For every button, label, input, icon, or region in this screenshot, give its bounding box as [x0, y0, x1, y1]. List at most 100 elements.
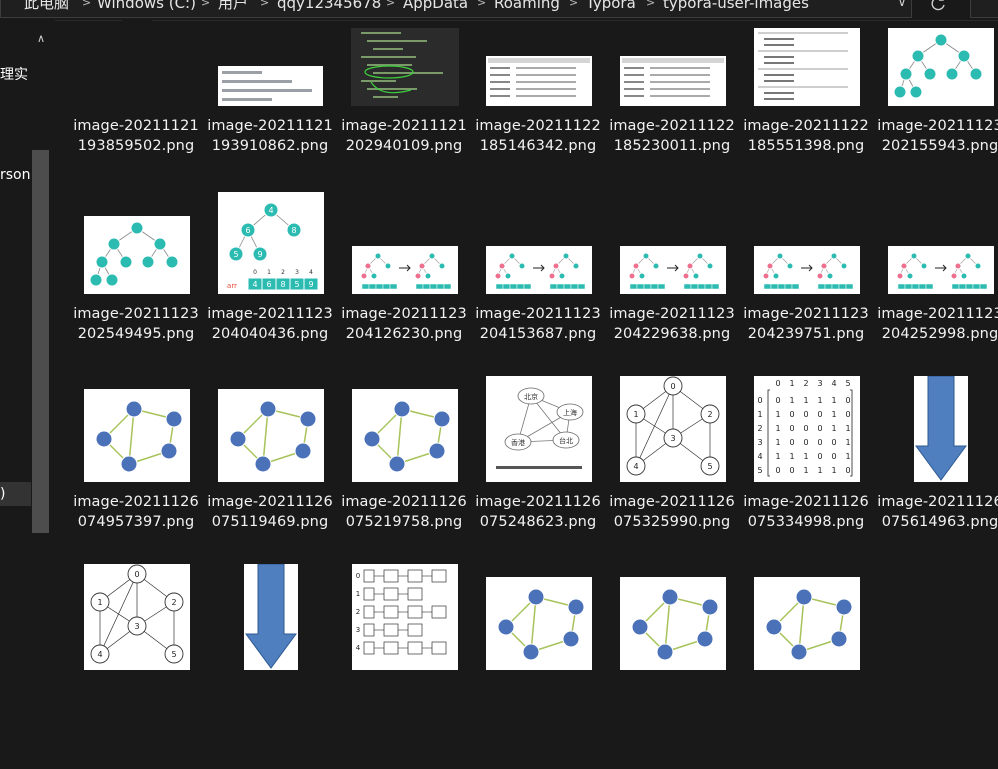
file-item[interactable] — [485, 577, 605, 769]
breadcrumb-separator[interactable]: > — [82, 0, 91, 12]
file-name[interactable]: image-20211126075325990.png — [605, 492, 739, 532]
file-item[interactable]: 北京 上海 香港 台北 image-20211126075248623.png — [475, 376, 605, 581]
file-item[interactable]: image-20211123204239751.png — [743, 208, 873, 393]
breadcrumb-separator[interactable]: > — [569, 0, 578, 12]
breadcrumb-windows-c[interactable]: Windows (C:) — [97, 0, 196, 13]
file-thumbnail[interactable] — [620, 246, 726, 294]
breadcrumb-separator[interactable]: > — [646, 0, 655, 12]
file-thumbnail[interactable]: 0123450011110110001021000113100001411100… — [754, 376, 860, 482]
breadcrumb-users[interactable]: 用户 — [218, 0, 248, 13]
file-item[interactable]: image-20211126075614963.png — [877, 376, 998, 581]
file-thumbnail[interactable] — [218, 389, 324, 482]
file-item[interactable]: 0 1 2 3 4 — [351, 564, 471, 769]
file-thumbnail[interactable] — [620, 577, 726, 670]
file-name[interactable]: image-20211123204040436.png — [203, 304, 337, 344]
file-item[interactable] — [619, 577, 739, 769]
breadcrumb-this-pc[interactable]: 此电脑 — [24, 0, 69, 13]
file-thumbnail[interactable] — [351, 28, 459, 106]
file-name[interactable]: image-20211123204153687.png — [471, 304, 605, 344]
nav-item[interactable]: 理实 — [0, 63, 31, 87]
file-name[interactable]: image-20211123202155943.png — [873, 116, 998, 156]
file-thumbnail[interactable] — [754, 246, 860, 294]
file-name[interactable]: image-20211126075219758.png — [337, 492, 471, 532]
file-name[interactable]: image-20211122185551398.png — [739, 116, 873, 156]
file-item[interactable] — [217, 564, 337, 769]
breadcrumb-separator[interactable]: > — [386, 0, 395, 12]
chevron-down-icon[interactable]: ∨ — [893, 0, 911, 12]
file-thumbnail[interactable] — [486, 56, 592, 106]
file-item[interactable]: 012345 — [83, 564, 203, 769]
file-item[interactable]: 0 1 2 3 4 5 image-20211126075325990.png — [609, 376, 739, 581]
file-thumbnail[interactable] — [84, 389, 190, 482]
file-item[interactable]: image-20211123204229638.png — [609, 208, 739, 393]
file-thumbnail[interactable] — [122, 20, 152, 86]
file-thumbnail[interactable] — [888, 246, 994, 294]
file-thumbnail[interactable]: 012345 — [620, 376, 726, 482]
file-item[interactable]: image-20211122185230011.png — [609, 20, 739, 205]
file-item[interactable]: image-20211126075219758.png — [341, 389, 471, 581]
file-name[interactable]: image-20211123204239751.png — [739, 304, 873, 344]
breadcrumb-appdata[interactable]: AppData — [403, 0, 468, 13]
nav-item-selected[interactable]: ) — [0, 482, 31, 506]
breadcrumb-roaming[interactable]: Roaming — [494, 0, 560, 13]
file-item[interactable]: image-20211123202549495.png — [73, 208, 203, 393]
file-thumbnail[interactable]: 4 6 8 5 9 arr 4 0 6 1 8 2 5 3 9 4 — [218, 192, 324, 294]
file-name[interactable]: image-20211123204229638.png — [605, 304, 739, 344]
file-item[interactable]: 4 6 8 5 9 arr 4 0 6 1 8 2 5 3 9 4 image-2021112320404043… — [207, 192, 337, 393]
file-name[interactable]: image-20211123202549495.png — [69, 304, 203, 344]
file-thumbnail[interactable] — [888, 28, 994, 106]
file-name[interactable]: image-20211126074957397.png — [69, 492, 203, 532]
file-item[interactable]: image-20211121193910862.png — [207, 20, 337, 205]
file-item[interactable]: image-20211121193859502.png — [73, 20, 203, 205]
address-bar[interactable]: 此电脑 > Windows (C:) > 用户 > qqy12345678 > … — [0, 0, 998, 21]
file-thumbnail[interactable] — [620, 56, 726, 106]
file-name[interactable]: image-20211126075248623.png — [471, 492, 605, 532]
file-name[interactable]: image-20211121193859502.png — [69, 116, 203, 156]
chevron-up-icon[interactable]: ∧ — [32, 32, 50, 46]
file-thumbnail[interactable] — [754, 577, 860, 670]
file-name[interactable]: image-20211121202940109.png — [337, 116, 471, 156]
file-thumbnail[interactable] — [754, 28, 860, 106]
file-thumbnail[interactable] — [244, 564, 298, 670]
breadcrumb-separator[interactable]: > — [201, 0, 210, 12]
nav-item[interactable]: rson — [0, 163, 31, 187]
file-name[interactable]: image-20211126075119469.png — [203, 492, 337, 532]
file-thumbnail[interactable] — [914, 376, 968, 482]
file-name[interactable]: image-20211122185230011.png — [605, 116, 739, 156]
file-thumbnail[interactable] — [218, 66, 323, 106]
file-thumbnail[interactable]: 0 1 2 3 4 — [352, 564, 458, 670]
breadcrumb-typora-user-images[interactable]: typora-user-images — [663, 0, 809, 13]
file-thumbnail[interactable] — [352, 246, 458, 294]
file-name[interactable]: image-20211123204252998.png — [873, 304, 998, 344]
file-thumbnail[interactable] — [486, 577, 592, 670]
file-item[interactable]: image-20211123204126230.png — [341, 208, 471, 393]
breadcrumb-typora[interactable]: Typora — [586, 0, 636, 13]
file-item[interactable] — [753, 577, 873, 769]
refresh-icon[interactable] — [928, 0, 948, 14]
file-item[interactable]: image-20211123204252998.png — [877, 208, 998, 393]
file-item[interactable]: image-20211123204153687.png — [475, 208, 605, 393]
breadcrumb-separator[interactable]: > — [477, 0, 486, 12]
file-item[interactable]: image-20211122185551398.png — [743, 20, 873, 205]
file-thumbnail[interactable] — [486, 246, 592, 294]
file-item[interactable]: image-20211123202155943.png — [877, 20, 998, 205]
file-thumbnail[interactable]: 北京 上海 香港 台北 — [486, 376, 592, 482]
file-name[interactable]: image-20211126075334998.png — [739, 492, 873, 532]
file-thumbnail[interactable]: 012345 — [84, 564, 190, 670]
file-name[interactable]: image-20211123204126230.png — [337, 304, 471, 344]
file-thumbnail[interactable] — [84, 216, 190, 294]
file-name[interactable]: image-20211122185146342.png — [471, 116, 605, 156]
file-name[interactable]: image-20211126075614963.png — [873, 492, 998, 532]
file-item[interactable]: image-20211126074957397.png — [73, 389, 203, 581]
file-item[interactable]: image-20211126075119469.png — [207, 389, 337, 581]
file-thumbnail[interactable] — [352, 389, 458, 482]
breadcrumb-user[interactable]: qqy12345678 — [277, 0, 381, 13]
file-item[interactable]: 0123450011110110001021000113100001411100… — [743, 376, 873, 581]
matrix-cell: 1 — [845, 438, 850, 447]
file-name[interactable]: image-20211121193910862.png — [203, 116, 337, 156]
file-item[interactable]: image-20211121202940109.png — [341, 20, 471, 205]
file-item[interactable]: image-20211122185146342.png — [475, 20, 605, 205]
breadcrumb-separator[interactable]: > — [260, 0, 269, 12]
search-input[interactable] — [970, 0, 998, 18]
scrollbar-thumb[interactable] — [32, 150, 49, 533]
